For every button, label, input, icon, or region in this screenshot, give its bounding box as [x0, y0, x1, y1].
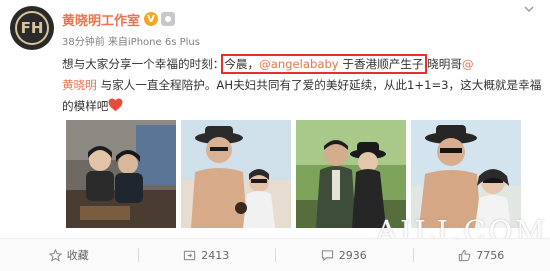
- like-count: 7756: [476, 249, 504, 262]
- photo-3[interactable]: [296, 120, 406, 228]
- post-meta: 38分钟前 来自iPhone 6s Plus: [62, 33, 200, 48]
- highlighted-phrase: 今晨，@angelababy 于香港顺产生子: [224, 57, 423, 71]
- post-text: 想与大家分享一个幸福的时刻：今晨，@angelababy 于香港顺产生子 晓明哥…: [62, 54, 547, 117]
- mention-at[interactable]: @: [462, 57, 474, 71]
- avatar[interactable]: FH: [10, 6, 54, 50]
- author-name[interactable]: 黄晓明工作室: [62, 10, 140, 29]
- verified-icon: V: [144, 12, 158, 26]
- photo-4[interactable]: [411, 120, 521, 228]
- weibo-post: FH 黄晓明工作室 V 38分钟前 来自iPhone 6s Plus 想与大家分…: [0, 0, 550, 270]
- favorite-button[interactable]: 收藏: [0, 239, 138, 271]
- heart-icon: [108, 98, 123, 112]
- mention-huangxiaoming[interactable]: 黄晓明: [62, 78, 97, 92]
- text-morning: 今晨，: [224, 57, 259, 71]
- photo-2[interactable]: [181, 120, 291, 228]
- text-brother: 晓明哥: [424, 57, 462, 71]
- repost-count: 2413: [201, 249, 229, 262]
- thumbs-up-icon: [458, 249, 471, 262]
- chevron-down-icon[interactable]: [524, 4, 534, 14]
- member-badge-icon: [161, 12, 175, 26]
- text-rest: 与家人一直全程陪护。AH夫妇共同有了爱的美好延续，从此1+1=3，这大概就是幸福…: [62, 78, 541, 113]
- mention-angelababy[interactable]: @angelababy: [259, 57, 339, 71]
- comment-icon: [321, 249, 334, 262]
- text-birth: 于香港顺产生子: [339, 57, 424, 71]
- avatar-logo: FH: [15, 11, 49, 45]
- star-icon: [49, 249, 62, 262]
- photo-grid: [66, 120, 521, 228]
- author-row: 黄晓明工作室 V: [62, 10, 175, 28]
- favorite-label: 收藏: [67, 247, 89, 263]
- comment-button[interactable]: 2936: [275, 239, 413, 271]
- repost-icon: [183, 249, 196, 262]
- comment-count: 2936: [339, 249, 367, 262]
- photo-1[interactable]: [66, 120, 176, 228]
- text-intro: 想与大家分享一个幸福的时刻：: [62, 57, 224, 71]
- like-button[interactable]: 7756: [413, 239, 550, 271]
- action-bar: 收藏 2413 2936 7756: [0, 238, 550, 271]
- repost-button[interactable]: 2413: [138, 239, 276, 271]
